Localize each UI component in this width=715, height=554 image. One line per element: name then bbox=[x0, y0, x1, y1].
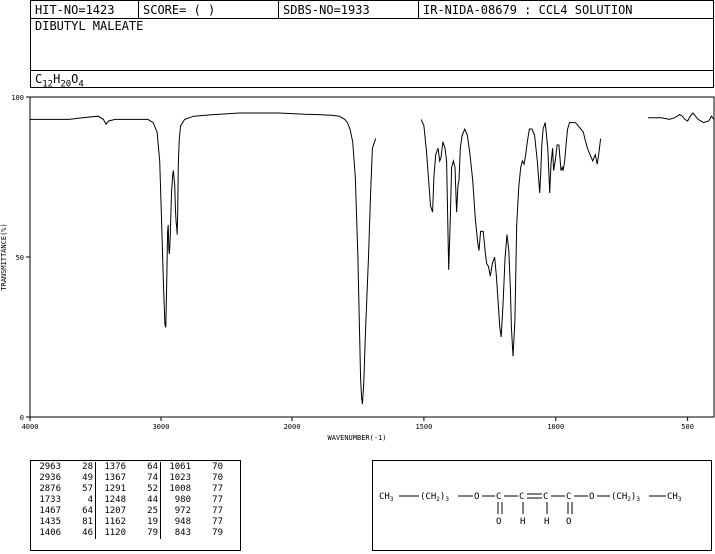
formula-box: C12H20O4 bbox=[30, 70, 714, 89]
x-tick-label: 1500 bbox=[415, 423, 432, 431]
x-tick-label: 4000 bbox=[22, 423, 39, 431]
score-field: SCORE= ( ) bbox=[139, 1, 279, 19]
x-tick-label: 2000 bbox=[284, 423, 301, 431]
y-tick-label: 50 bbox=[16, 254, 24, 262]
molecular-formula: C12H20O4 bbox=[35, 72, 84, 89]
compound-name: DIBUTYL MALEATE bbox=[35, 19, 144, 33]
y-tick-label: 100 bbox=[11, 94, 24, 102]
carbon-4: C bbox=[566, 492, 571, 502]
y-axis-label: TRANSMITTANCE(%) bbox=[0, 223, 8, 290]
vinyl-hydrogen-left: H bbox=[520, 517, 525, 527]
sdbs-number: SDBS-NO=1933 bbox=[279, 1, 419, 19]
ch2-chain-left: (CH2)3 bbox=[420, 492, 449, 503]
spectrum-line bbox=[30, 112, 377, 405]
ch3-left: CH3 bbox=[379, 492, 394, 503]
x-tick-label: 1000 bbox=[547, 423, 564, 431]
compound-name-box: DIBUTYL MALEATE bbox=[30, 18, 714, 71]
ch2-chain-right: (CH2)3 bbox=[611, 492, 640, 503]
ch3-right: CH3 bbox=[667, 492, 682, 503]
spectrum-line bbox=[420, 119, 602, 357]
peak-table-frame bbox=[30, 460, 241, 551]
carbon-3: C bbox=[543, 492, 548, 502]
x-axis-label: WAVENUMBER(-1) bbox=[327, 434, 386, 442]
spectrum-line bbox=[648, 112, 715, 124]
ir-identifier: IR-NIDA-08679 : CCL4 SOLUTION bbox=[423, 3, 633, 17]
carbonyl-oxygen-left: O bbox=[496, 517, 501, 527]
y-tick-label: 0 bbox=[20, 414, 24, 422]
structure-box: CH3 (CH2)3 O C C C C O (CH2)3 CH3 O H H … bbox=[372, 460, 712, 551]
spectrum-traces bbox=[30, 112, 715, 405]
plot-frame bbox=[29, 96, 715, 418]
carbon-2: C bbox=[519, 492, 524, 502]
formula-count-h: 20 bbox=[60, 79, 72, 90]
carbon-1: C bbox=[496, 492, 501, 502]
chart-axes bbox=[26, 96, 715, 421]
header-bar: HIT-NO=1423 SCORE= ( ) SDBS-NO=1933 IR-N… bbox=[30, 0, 714, 19]
x-tick-label: 500 bbox=[681, 423, 694, 431]
x-tick-label: 3000 bbox=[153, 423, 170, 431]
carbonyl-oxygen-right: O bbox=[566, 517, 571, 527]
ir-spectrum-chart: 4000 3000 2000 1500 1000 500100500 WAVENUMBER… bbox=[0, 94, 715, 442]
vinyl-hydrogen-right: H bbox=[544, 517, 549, 527]
formula-count-o: 4 bbox=[78, 79, 84, 90]
hit-number: HIT-NO=1423 bbox=[31, 1, 139, 19]
formula-count-c: 12 bbox=[42, 79, 54, 90]
ester-oxygen-right: O bbox=[589, 492, 594, 502]
structure-drawing: CH3 (CH2)3 O C C C C O (CH2)3 CH3 O H H … bbox=[379, 492, 682, 527]
ester-oxygen-left: O bbox=[474, 492, 479, 502]
